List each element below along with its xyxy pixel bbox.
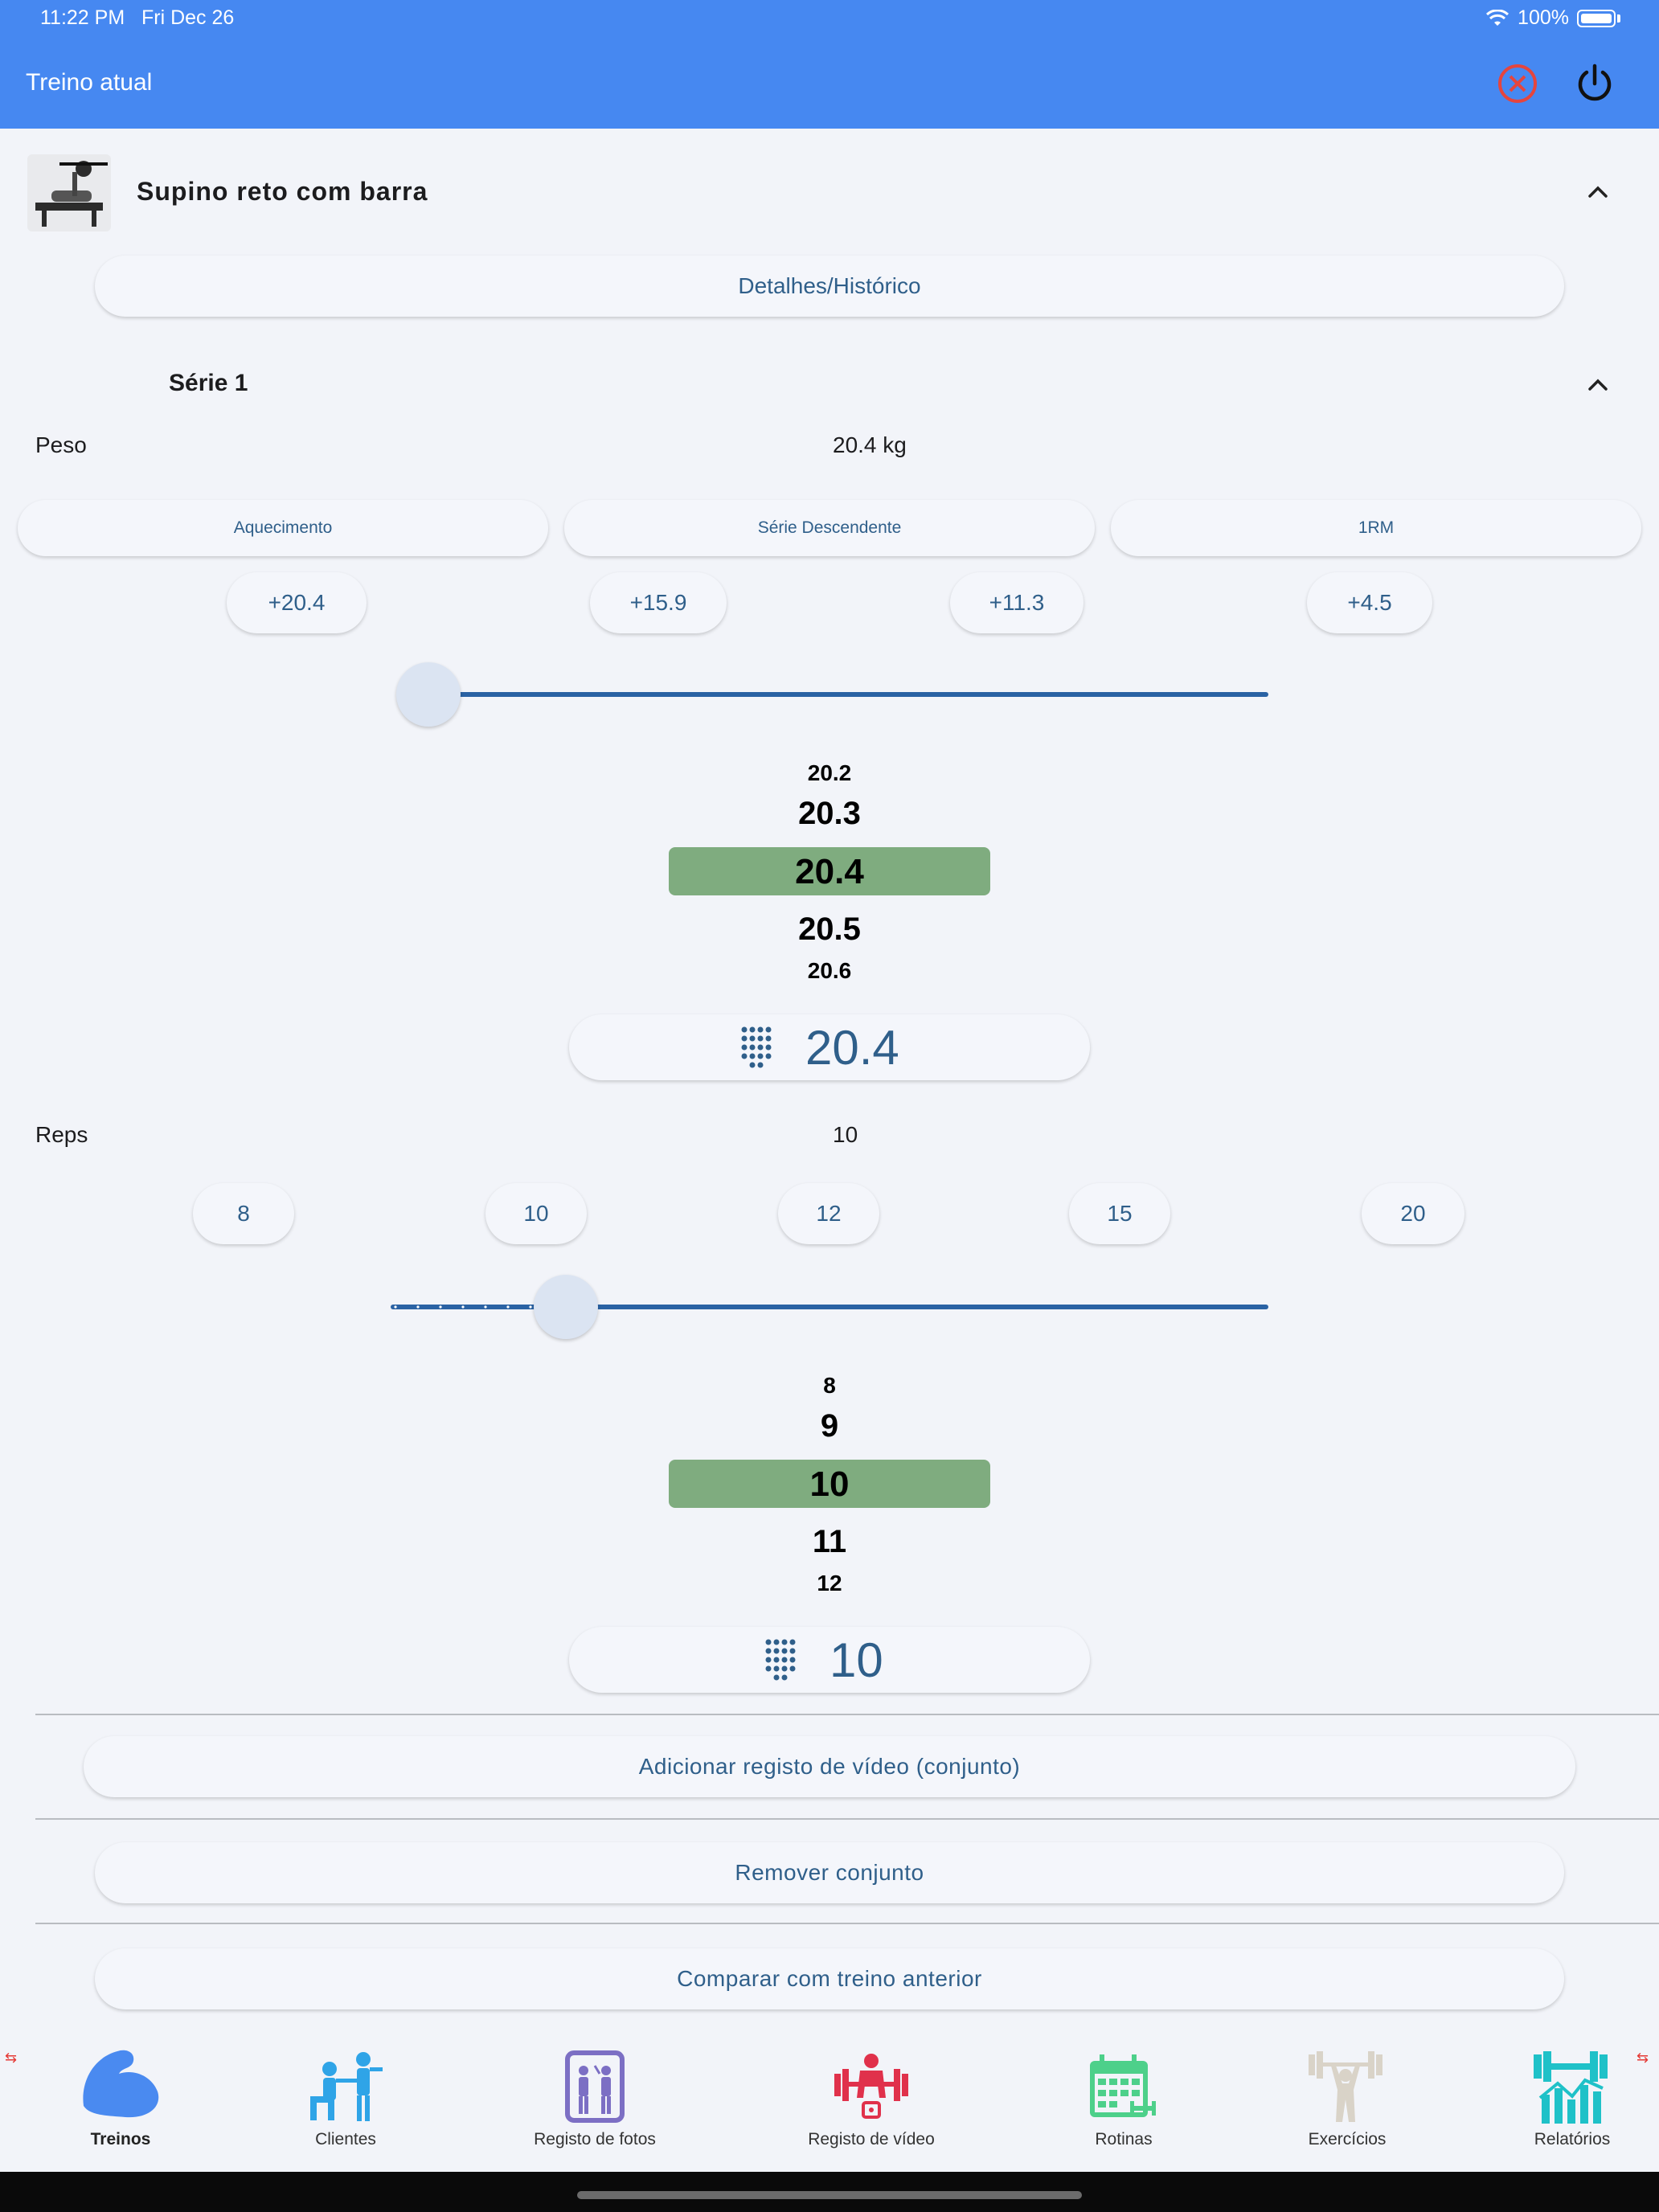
close-circle-icon[interactable] xyxy=(1495,61,1540,106)
weight-increment-button[interactable]: +15.9 xyxy=(590,572,727,633)
app-header xyxy=(0,0,1659,129)
one-rm-button[interactable]: 1RM xyxy=(1111,500,1641,556)
divider xyxy=(35,1818,1659,1820)
add-video-log-button[interactable]: Adicionar registo de vídeo (conjunto) xyxy=(84,1736,1575,1797)
reps-preset-button[interactable]: 12 xyxy=(778,1183,879,1244)
reps-picker-item[interactable]: 12 xyxy=(669,1571,990,1596)
compare-previous-button[interactable]: Comparar com treino anterior xyxy=(95,1948,1564,2009)
weight-increment-button[interactable]: +11.3 xyxy=(950,572,1083,633)
set-title: Série 1 xyxy=(169,370,248,396)
calendar-icon[interactable] xyxy=(1088,2054,1156,2124)
weight-input-field[interactable]: 20.4 xyxy=(569,1014,1090,1080)
status-bar-time: 11:22 PM Fri Dec 26 xyxy=(40,6,235,29)
tab-registo-video-label[interactable]: Registo de vídeo xyxy=(767,2130,976,2149)
tab-exercicios-label[interactable]: Exercícios xyxy=(1243,2130,1452,2149)
scroll-right-icon[interactable]: ⇆ xyxy=(1636,2050,1649,2067)
scroll-left-icon[interactable]: ⇆ xyxy=(5,2050,17,2067)
reps-preset-button[interactable]: 8 xyxy=(193,1183,294,1244)
chevron-up-icon[interactable] xyxy=(1583,177,1612,206)
weight-value: 20.4 kg xyxy=(833,432,907,457)
tab-relatorios-label[interactable]: Relatórios xyxy=(1468,2130,1659,2149)
divider xyxy=(35,1714,1659,1715)
weight-picker-item[interactable]: 20.3 xyxy=(669,796,990,832)
details-history-button[interactable]: Detalhes/Histórico xyxy=(95,256,1564,317)
home-indicator[interactable] xyxy=(577,2191,1082,2199)
reps-preset-button[interactable]: 20 xyxy=(1362,1183,1464,1244)
power-icon[interactable] xyxy=(1572,61,1617,106)
tab-rotinas-label[interactable]: Rotinas xyxy=(1019,2130,1228,2149)
weight-picker-item-selected[interactable]: 20.4 xyxy=(669,852,990,892)
status-bar-right: 100% xyxy=(1485,6,1620,30)
bottom-tab-bar xyxy=(0,2035,1659,2172)
weight-input-value[interactable]: 20.4 xyxy=(805,1020,899,1075)
divider xyxy=(35,1923,1659,1924)
weight-label: Peso xyxy=(35,432,87,457)
weight-slider-thumb[interactable] xyxy=(396,662,461,727)
keypad-icon xyxy=(765,1639,796,1681)
battery-percent: 100% xyxy=(1518,6,1569,29)
weight-slider-track[interactable] xyxy=(412,692,1268,697)
remove-set-button[interactable]: Remover conjunto xyxy=(95,1842,1564,1903)
weight-picker-item[interactable]: 20.6 xyxy=(669,958,990,984)
reps-input-field[interactable]: 10 xyxy=(569,1627,1090,1693)
weight-increment-button[interactable]: +20.4 xyxy=(227,572,367,633)
tab-treinos-label[interactable]: Treinos xyxy=(16,2130,225,2149)
exercise-thumbnail xyxy=(27,154,111,231)
barbell-overhead-icon[interactable] xyxy=(1307,2050,1384,2125)
reps-value: 10 xyxy=(833,1122,858,1147)
reps-picker-item-selected[interactable]: 10 xyxy=(669,1464,990,1505)
reps-preset-button[interactable]: 10 xyxy=(485,1183,587,1244)
weightlifter-video-icon[interactable] xyxy=(833,2050,910,2125)
reps-slider-thumb[interactable] xyxy=(534,1275,599,1339)
trainer-clients-icon[interactable] xyxy=(305,2051,386,2124)
bench-press-image xyxy=(35,161,108,227)
chart-dumbbell-icon[interactable] xyxy=(1532,2050,1609,2125)
dropset-button[interactable]: Série Descendente xyxy=(564,500,1095,556)
battery-icon xyxy=(1577,9,1616,27)
weight-picker-item[interactable]: 20.5 xyxy=(669,911,990,948)
reps-picker-item[interactable]: 9 xyxy=(669,1408,990,1444)
wifi-icon xyxy=(1486,9,1509,26)
bicep-icon[interactable] xyxy=(77,2042,166,2122)
reps-picker-item[interactable]: 8 xyxy=(669,1373,990,1399)
reps-input-value[interactable]: 10 xyxy=(830,1632,883,1688)
chevron-up-icon[interactable] xyxy=(1583,370,1612,399)
mirror-photo-icon[interactable] xyxy=(563,2050,627,2124)
reps-picker-item[interactable]: 11 xyxy=(669,1524,990,1560)
weight-picker-item[interactable]: 20.2 xyxy=(669,760,990,786)
tab-registo-fotos-label[interactable]: Registo de fotos xyxy=(490,2130,699,2149)
page-title: Treino atual xyxy=(26,69,153,96)
weight-increment-button[interactable]: +4.5 xyxy=(1307,572,1432,633)
tab-clientes-label[interactable]: Clientes xyxy=(241,2130,450,2149)
exercise-name: Supino reto com barra xyxy=(137,177,428,206)
warmup-button[interactable]: Aquecimento xyxy=(18,500,548,556)
reps-preset-button[interactable]: 15 xyxy=(1069,1183,1170,1244)
reps-label: Reps xyxy=(35,1122,88,1147)
keypad-icon xyxy=(741,1026,772,1068)
